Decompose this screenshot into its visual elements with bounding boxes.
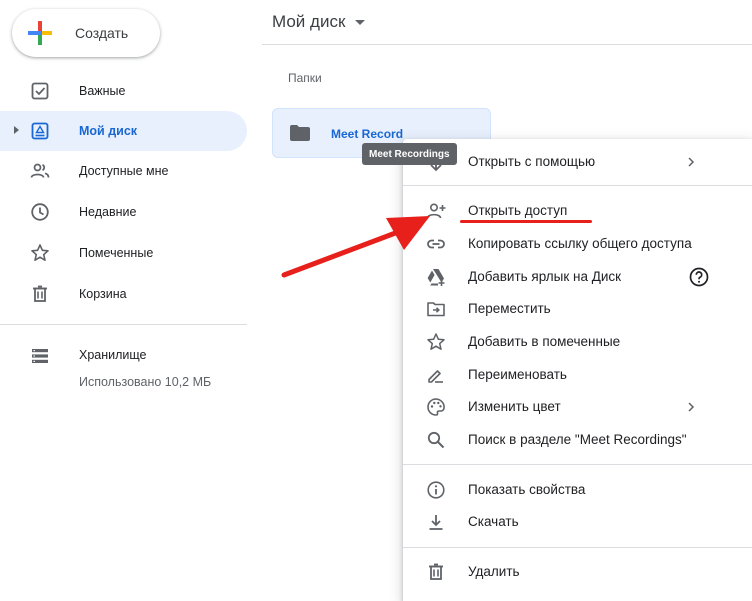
menu-item-label: Открыть с помощью: [468, 154, 596, 169]
palette-icon: [427, 398, 445, 416]
chevron-right-icon: [688, 157, 695, 167]
folder-icon: [290, 125, 310, 141]
sidebar-item-label: Мой диск: [79, 124, 138, 138]
menu-item-move[interactable]: Переместить: [403, 293, 752, 325]
clock-icon: [31, 203, 49, 221]
menu-item-download[interactable]: Скачать: [403, 506, 752, 538]
star-icon: [31, 244, 49, 261]
search-icon: [427, 431, 445, 449]
sidebar-item-my-drive[interactable]: Мой диск: [0, 111, 247, 151]
menu-item-label: Открыть доступ: [468, 203, 568, 218]
my-drive-icon: [31, 122, 49, 140]
menu-divider: [403, 464, 752, 465]
help-icon[interactable]: [688, 266, 710, 288]
trash-icon: [429, 563, 443, 580]
sidebar-item-label: Помеченные: [79, 246, 154, 260]
plus-icon: [28, 21, 52, 45]
menu-item-add-starred[interactable]: Добавить в помеченные: [403, 326, 752, 358]
menu-item-label: Добавить в помеченные: [468, 334, 621, 349]
page-title[interactable]: Мой диск: [272, 12, 366, 32]
menu-item-label: Изменить цвет: [468, 399, 561, 414]
menu-item-copy-link[interactable]: Копировать ссылку общего доступа: [403, 228, 752, 260]
menu-item-label: Показать свойства: [468, 482, 586, 497]
sidebar-item-trash[interactable]: Корзина: [0, 274, 247, 314]
menu-item-search-in-folder[interactable]: Поиск в разделе "Meet Recordings": [403, 424, 752, 456]
move-folder-icon: [427, 302, 445, 317]
caret-down-icon: [355, 19, 366, 25]
menu-item-label: Скачать: [468, 514, 519, 529]
sidebar-item-label: Корзина: [79, 287, 127, 301]
sidebar-item-label: Недавние: [79, 205, 137, 219]
menu-divider: [403, 185, 752, 186]
menu-item-change-color[interactable]: Изменить цвет: [403, 391, 752, 423]
sidebar-item-shared-with-me[interactable]: Доступные мне: [0, 151, 247, 191]
menu-item-label: Переименовать: [468, 367, 567, 382]
menu-divider: [403, 547, 752, 548]
check-square-icon: [31, 82, 49, 100]
menu-item-show-properties[interactable]: Показать свойства: [403, 474, 752, 506]
folder-name: Meet Recordings: [331, 127, 403, 141]
trash-icon: [33, 285, 47, 302]
menu-item-add-shortcut[interactable]: Добавить ярлык на Диск: [403, 261, 752, 293]
menu-item-label: Поиск в разделе "Meet Recordings": [468, 432, 687, 447]
highlight-underline: [460, 220, 592, 223]
menu-item-delete[interactable]: Удалить: [403, 556, 752, 588]
chevron-right-icon: [688, 402, 695, 412]
menu-item-label: Удалить: [468, 564, 520, 579]
pencil-icon: [428, 370, 443, 383]
storage-used-text: Использовано 10,2 МБ: [79, 375, 212, 389]
menu-item-label: Добавить ярлык на Диск: [468, 269, 622, 284]
storage-link[interactable]: Хранилище: [79, 348, 147, 362]
star-outline-icon: [427, 333, 445, 350]
create-button[interactable]: Создать: [12, 9, 160, 57]
sidebar-item-recent[interactable]: Недавние: [0, 192, 247, 232]
sidebar-item-label: Доступные мне: [79, 164, 169, 178]
expand-arrow-icon[interactable]: [14, 126, 19, 134]
shared-people-icon: [30, 163, 50, 178]
storage-icon: [32, 349, 48, 363]
section-label-folders: Папки: [288, 71, 322, 85]
sidebar-divider: [0, 324, 247, 325]
info-icon: [427, 481, 445, 499]
sidebar-item-starred-important[interactable]: Важные: [0, 71, 247, 111]
menu-item-rename[interactable]: Переименовать: [403, 359, 752, 391]
folder-tooltip: Meet Recordings: [362, 143, 457, 165]
menu-item-label: Копировать ссылку общего доступа: [468, 236, 692, 251]
download-icon: [429, 515, 443, 530]
page-title-text: Мой диск: [272, 12, 346, 31]
sidebar-item-label: Важные: [79, 84, 126, 98]
annotation-arrow-icon: [281, 216, 430, 278]
sidebar-item-starred[interactable]: Помеченные: [0, 233, 247, 273]
header-divider: [262, 44, 752, 45]
menu-item-label: Переместить: [468, 301, 551, 316]
create-button-label: Создать: [75, 25, 129, 41]
context-menu: Открыть с помощью Открыть доступ Копиров…: [403, 139, 752, 601]
